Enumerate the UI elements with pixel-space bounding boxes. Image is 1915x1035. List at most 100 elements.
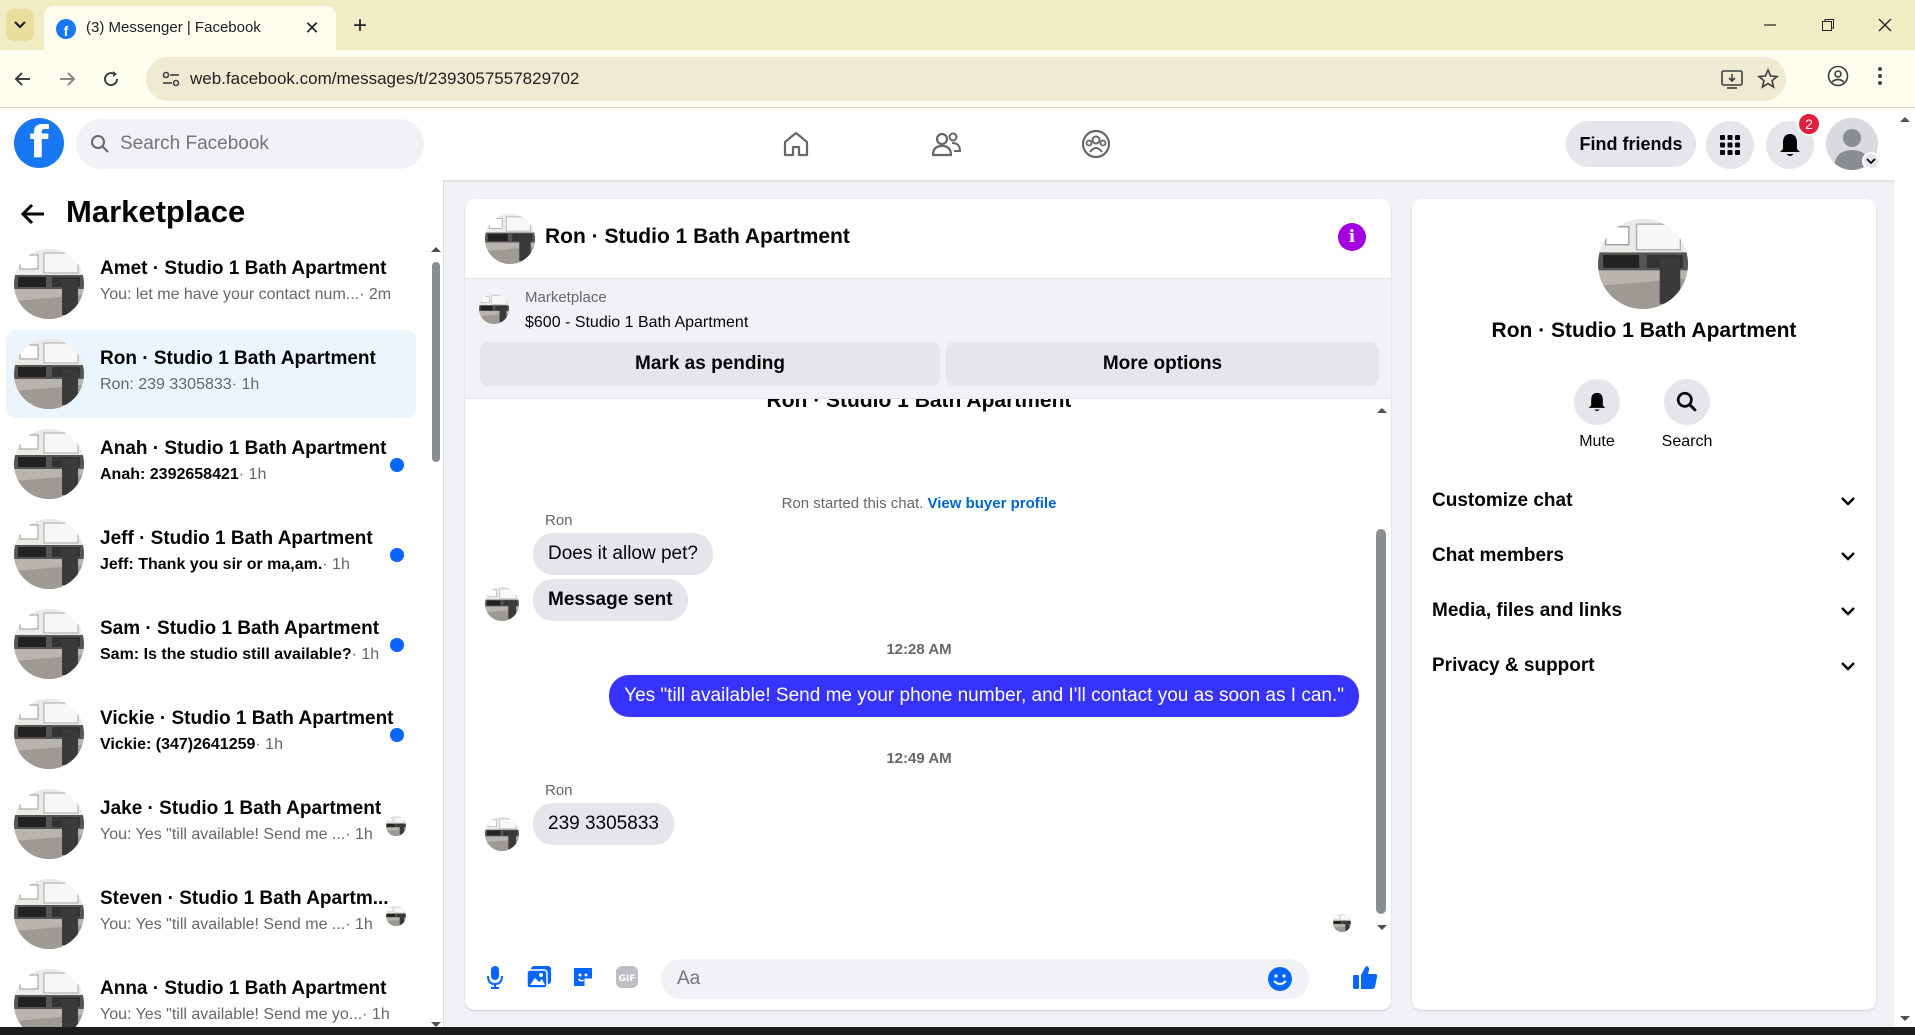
more-options-button[interactable]: More options	[946, 342, 1379, 386]
chevron-down-icon	[1841, 552, 1855, 561]
media-files-links-section[interactable]: Media, files and links	[1432, 589, 1856, 633]
chat-avatar[interactable]	[485, 214, 535, 264]
minimize-window-button[interactable]	[1747, 10, 1793, 40]
bookmark-star-icon[interactable]	[1756, 67, 1780, 91]
restore-window-button[interactable]	[1805, 10, 1851, 40]
close-tab-icon[interactable]: ✕	[300, 16, 324, 40]
facebook-logo-icon[interactable]: f	[14, 118, 64, 168]
emoji-button[interactable]	[1267, 966, 1293, 992]
browser-profile-icon[interactable]	[1826, 64, 1850, 88]
sender-avatar[interactable]	[485, 587, 519, 621]
conversation-item[interactable]: Anah · Studio 1 Bath Apartment Anah: 2392…	[6, 420, 416, 508]
new-tab-button[interactable]: +	[346, 12, 374, 40]
attach-photo-button[interactable]	[523, 961, 555, 993]
scroll-up-arrow-icon[interactable]	[1375, 404, 1389, 416]
conversation-thumbnail	[14, 429, 84, 499]
listing-thumbnail[interactable]	[479, 294, 509, 324]
mark-as-pending-button[interactable]: Mark as pending	[480, 342, 940, 386]
browser-menu-icon[interactable]	[1876, 64, 1884, 88]
install-app-icon[interactable]	[1720, 68, 1744, 90]
conversation-item[interactable]: Ron · Studio 1 Bath Apartment Ron: 239 33…	[6, 330, 416, 418]
sidebar-scroll-thumb[interactable]	[432, 262, 440, 462]
chevron-down-icon	[1841, 662, 1855, 671]
page-scrollbar[interactable]	[1895, 108, 1915, 1035]
incoming-message[interactable]: Message sent	[533, 579, 688, 621]
outgoing-message[interactable]: Yes "till available! Send me your phone …	[609, 675, 1359, 717]
conversation-preview: Jeff: Thank you sir or ma,am.· 1h	[100, 556, 350, 574]
message-input-box[interactable]	[661, 959, 1309, 999]
scroll-down-arrow-icon[interactable]	[1375, 922, 1389, 934]
apartment-photo-icon	[14, 519, 84, 589]
facebook-favicon-icon: f	[56, 19, 76, 39]
scroll-down-arrow-icon[interactable]	[1895, 1012, 1915, 1026]
preview-text: Vickie: (347)2641259	[100, 736, 256, 753]
message-input[interactable]	[677, 959, 1237, 999]
scroll-up-arrow-icon[interactable]	[428, 242, 444, 256]
incoming-message[interactable]: 239 3305833	[533, 803, 674, 845]
url-text[interactable]: web.facebook.com/messages/t/239305755782…	[190, 69, 579, 89]
voice-clip-button[interactable]	[479, 961, 511, 993]
tab-search-button[interactable]	[6, 9, 34, 41]
section-label: Customize chat	[1432, 490, 1573, 511]
apartment-photo-icon	[1333, 914, 1351, 932]
incoming-message[interactable]: Does it allow pet?	[533, 533, 713, 575]
back-arrow-icon[interactable]	[20, 202, 46, 226]
preview-time: · 1h	[351, 646, 380, 663]
conversation-item[interactable]: Vickie · Studio 1 Bath Apartment Vickie: …	[6, 690, 416, 778]
sender-avatar[interactable]	[485, 817, 519, 851]
apartment-photo-icon	[386, 906, 406, 926]
preview-time: · 1h	[231, 376, 260, 393]
chat-title[interactable]: Ron · Studio 1 Bath Apartment	[545, 225, 850, 249]
conversation-item[interactable]: Jake · Studio 1 Bath Apartment You: Yes "…	[6, 780, 416, 868]
menu-button[interactable]	[1706, 121, 1754, 169]
chevron-down-icon	[14, 21, 26, 29]
groups-icon	[1081, 129, 1111, 159]
info-icon[interactable]: i	[1338, 223, 1366, 251]
conversation-thumbnail	[14, 249, 84, 319]
search-input[interactable]	[120, 119, 410, 169]
conversation-item[interactable]: Sam · Studio 1 Bath Apartment Sam: Is the…	[6, 600, 416, 688]
home-nav-button[interactable]	[774, 122, 818, 166]
conversation-preview: You: let me have your contact num...· 2m	[100, 286, 391, 304]
browser-tab[interactable]: f (3) Messenger | Facebook ✕	[44, 6, 336, 50]
details-avatar[interactable]	[1598, 219, 1688, 309]
reload-button[interactable]	[96, 64, 126, 94]
gif-button[interactable]: GIF	[611, 961, 643, 993]
facebook-search-box[interactable]	[76, 119, 424, 169]
account-caret-icon[interactable]	[1862, 152, 1880, 170]
customize-chat-section[interactable]: Customize chat	[1432, 479, 1856, 523]
conversation-item[interactable]: Steven · Studio 1 Bath Apartm... You: Yes…	[6, 870, 416, 958]
sidebar-title: Marketplace	[66, 194, 246, 229]
view-buyer-profile-link[interactable]: View buyer profile	[927, 495, 1056, 512]
close-window-button[interactable]	[1862, 10, 1908, 40]
conversation-item[interactable]: Amet · Studio 1 Bath Apartment You: let m…	[6, 240, 416, 328]
message-thread: Ron · Studio 1 Bath Apartment Ron starte…	[465, 399, 1391, 947]
send-like-button[interactable]	[1349, 961, 1381, 993]
scroll-up-arrow-icon[interactable]	[1895, 112, 1915, 126]
chat-scroll-thumb[interactable]	[1376, 529, 1386, 914]
forward-button[interactable]	[52, 64, 82, 94]
bell-icon	[1588, 392, 1606, 412]
read-receipt-avatar	[1333, 914, 1351, 932]
search-in-conversation-action[interactable]: Search	[1642, 379, 1732, 451]
friends-nav-button[interactable]	[924, 122, 968, 166]
privacy-support-section[interactable]: Privacy & support	[1432, 644, 1856, 688]
conversation-thumbnail	[14, 789, 84, 859]
conversation-preview: Anah: 2392658421· 1h	[100, 466, 266, 484]
listing-price[interactable]: $600 - Studio 1 Bath Apartment	[525, 314, 748, 332]
site-settings-icon[interactable]	[160, 68, 182, 90]
address-bar[interactable]: web.facebook.com/messages/t/239305755782…	[146, 57, 1786, 101]
conversation-item[interactable]: Anna · Studio 1 Bath Apartment You: Yes "…	[6, 960, 416, 1035]
mute-action[interactable]: Mute	[1552, 379, 1642, 451]
conversation-item[interactable]: Jeff · Studio 1 Bath Apartment Jeff: Than…	[6, 510, 416, 598]
conversation-preview: You: Yes "till available! Send me ...· 1…	[100, 916, 373, 934]
back-button[interactable]	[8, 64, 38, 94]
section-label: Chat members	[1432, 545, 1564, 566]
find-friends-button[interactable]: Find friends	[1566, 121, 1696, 167]
chat-members-section[interactable]: Chat members	[1432, 534, 1856, 578]
groups-nav-button[interactable]	[1074, 122, 1118, 166]
sticker-button[interactable]	[567, 961, 599, 993]
chevron-down-icon	[1841, 497, 1855, 506]
sender-name: Ron	[545, 512, 573, 529]
gif-icon: GIF	[616, 966, 638, 988]
